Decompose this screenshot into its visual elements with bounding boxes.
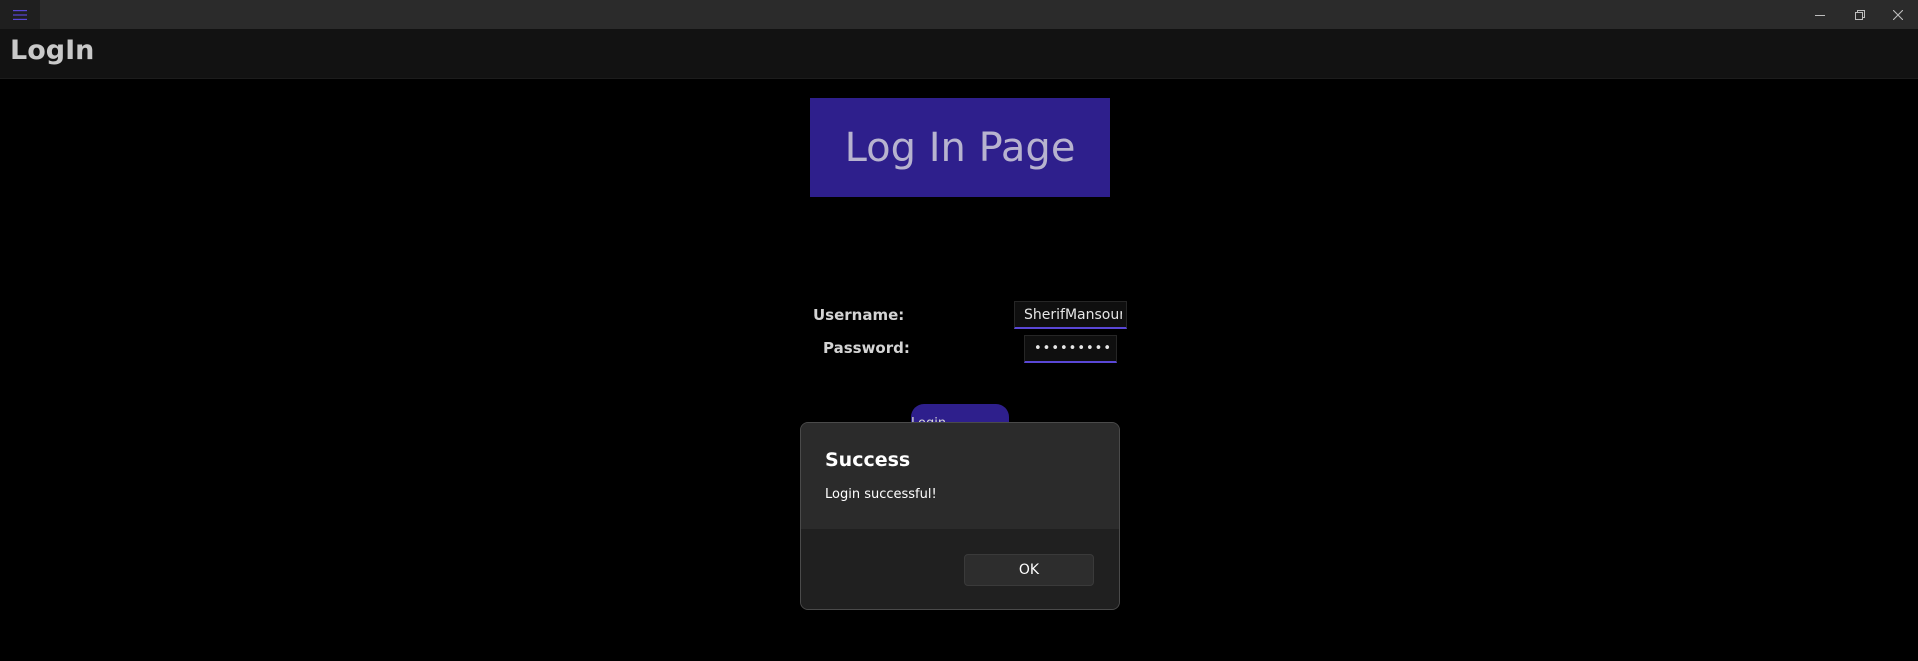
hamburger-menu-button[interactable] [0, 0, 40, 29]
dialog-message: Login successful! [825, 487, 937, 502]
page-title: LogIn [10, 35, 95, 66]
username-label: Username: [813, 306, 905, 324]
password-field[interactable] [1024, 335, 1117, 363]
login-banner: Log In Page [810, 98, 1110, 197]
dialog-footer: OK [801, 529, 1119, 609]
dialog-title: Success [825, 449, 911, 471]
password-label: Password: [823, 339, 910, 357]
ok-button[interactable]: OK [964, 554, 1094, 586]
close-button[interactable] [1878, 0, 1918, 29]
dialog-content: Success Login successful! [801, 423, 1119, 529]
hamburger-icon [12, 9, 28, 21]
restore-icon [1855, 9, 1865, 20]
minimize-icon [1815, 10, 1825, 20]
username-field[interactable] [1014, 301, 1127, 329]
window-titlebar [0, 0, 1918, 29]
success-dialog: Success Login successful! OK [800, 422, 1120, 610]
minimize-button[interactable] [1800, 0, 1840, 29]
restore-button[interactable] [1840, 0, 1880, 29]
close-icon [1893, 9, 1903, 20]
app-header: LogIn [0, 29, 1918, 79]
banner-title: Log In Page [844, 124, 1076, 171]
